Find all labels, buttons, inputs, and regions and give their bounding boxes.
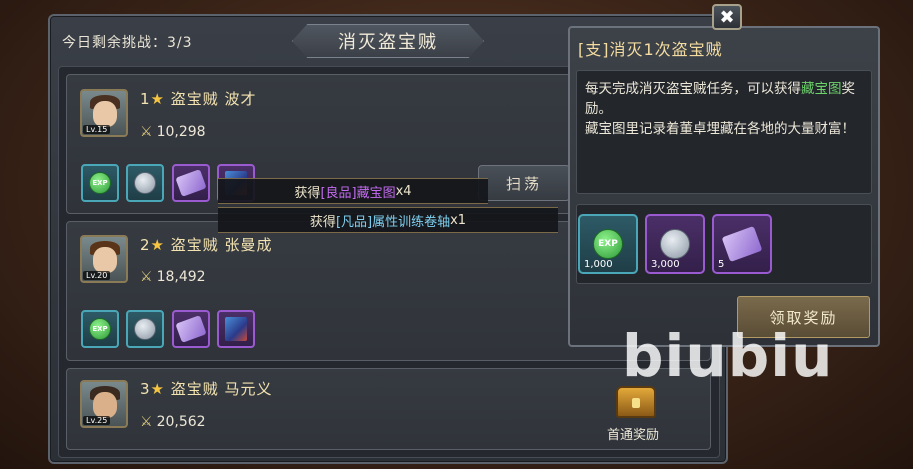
- toast-qty: x1: [450, 212, 467, 228]
- reward-qty: 3,000: [651, 259, 680, 270]
- bandit-rank: 1: [140, 90, 151, 108]
- bandit-name: 2★ 盗宝贼 张曼成: [140, 234, 273, 255]
- reward-qty: 5: [718, 259, 725, 270]
- sword-icon: ⚔: [140, 269, 153, 285]
- star-icon: ★: [150, 90, 165, 108]
- desc-highlight: 藏宝图: [801, 81, 842, 97]
- bandit-name-text: 盗宝贼 张曼成: [170, 236, 273, 254]
- silver-coin-icon[interactable]: 3,000: [645, 214, 705, 274]
- treasure-chest-icon[interactable]: [616, 386, 656, 418]
- level-badge: Lv.20: [83, 271, 111, 280]
- toast-prefix: 获得: [309, 214, 336, 230]
- silver-coin-icon[interactable]: [126, 164, 164, 202]
- sword-icon: ⚔: [140, 414, 153, 430]
- quest-title: [支]消灭1次盗宝贼: [578, 40, 723, 59]
- reward-toast: 获得 [良品]藏宝图 x4: [218, 178, 488, 204]
- remaining-challenges: 今日剩余挑战：3/3: [62, 35, 193, 51]
- toast-item: [良品]藏宝图: [320, 185, 396, 201]
- toast-item: [凡品]属性训练卷轴: [335, 214, 451, 230]
- scroll-icon[interactable]: [172, 164, 210, 202]
- avatar: Lv.25: [80, 380, 128, 428]
- exp-icon[interactable]: EXP: [81, 310, 119, 348]
- sweep-button[interactable]: 扫荡: [478, 165, 570, 201]
- silver-coin-icon[interactable]: [126, 310, 164, 348]
- scroll-icon[interactable]: 5: [712, 214, 772, 274]
- first-clear-reward-label: 首通奖励: [607, 428, 660, 443]
- toast-qty: x4: [395, 183, 412, 199]
- exp-icon[interactable]: EXP 1,000: [578, 214, 638, 274]
- desc-text: 每天完成消灭盗宝贼任务，可以获得: [585, 81, 801, 97]
- bandit-name-text: 盗宝贼 马元义: [170, 380, 273, 398]
- book-icon[interactable]: [217, 310, 255, 348]
- level-badge: Lv.25: [83, 416, 111, 425]
- star-icon: ★: [150, 236, 165, 254]
- bandit-name: 3★ 盗宝贼 马元义: [140, 378, 273, 399]
- combat-power: ⚔ 20,562: [140, 414, 206, 430]
- reward-qty: 1,000: [584, 259, 613, 270]
- close-button[interactable]: ✖: [712, 4, 742, 30]
- sword-icon: ⚔: [140, 124, 153, 140]
- page-title: 消灭盗宝贼: [292, 24, 484, 58]
- bandit-rank: 3: [140, 380, 151, 398]
- toast-prefix: 获得: [294, 185, 321, 201]
- watermark: biubiu: [622, 322, 834, 390]
- power-value: 20,562: [156, 414, 206, 430]
- combat-power: ⚔ 18,492: [140, 269, 206, 285]
- quest-description: 每天完成消灭盗宝贼任务，可以获得藏宝图奖励。 藏宝图里记录着董卓埋藏在各地的大量…: [576, 70, 872, 194]
- level-badge: Lv.15: [83, 125, 111, 134]
- power-value: 10,298: [156, 124, 206, 140]
- desc-text: 藏宝图里记录着董卓埋藏在各地的大量财富！: [585, 121, 855, 137]
- exp-icon[interactable]: EXP: [81, 164, 119, 202]
- scroll-icon[interactable]: [172, 310, 210, 348]
- bandit-rank: 2: [140, 236, 151, 254]
- star-icon: ★: [150, 380, 165, 398]
- avatar: Lv.15: [80, 89, 128, 137]
- power-value: 18,492: [156, 269, 206, 285]
- bandit-name-text: 盗宝贼 波才: [170, 90, 257, 108]
- combat-power: ⚔ 10,298: [140, 124, 206, 140]
- reward-toast: 获得 [凡品]属性训练卷轴 x1: [218, 207, 558, 233]
- bandit-name: 1★ 盗宝贼 波才: [140, 88, 257, 109]
- avatar: Lv.20: [80, 235, 128, 283]
